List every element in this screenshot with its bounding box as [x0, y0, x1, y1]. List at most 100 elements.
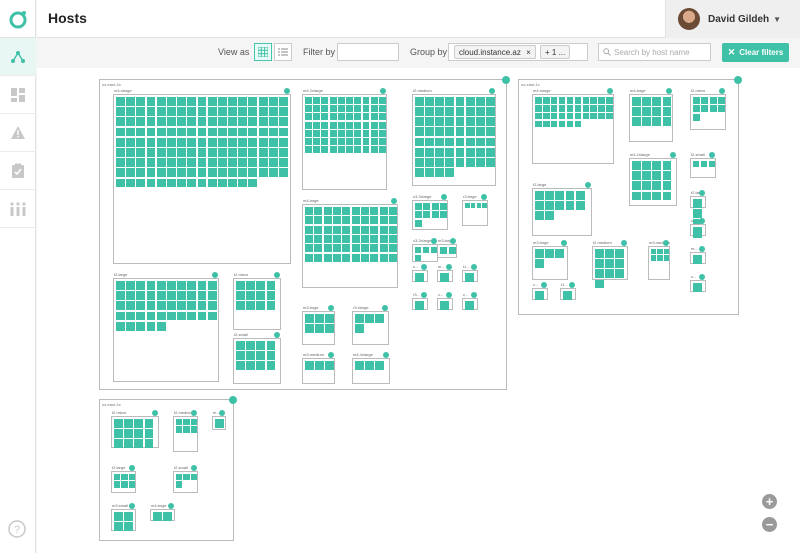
host-cluster[interactable]: r3.large: [462, 194, 488, 226]
host-cell[interactable]: [388, 225, 397, 234]
host-cluster[interactable]: c...: [690, 274, 706, 292]
host-cell[interactable]: [136, 117, 146, 127]
host-group[interactable]: us-east-1e t2.micro t2.medium m... t2.large t…: [99, 396, 237, 541]
host-cell[interactable]: [709, 97, 717, 105]
host-cell[interactable]: [177, 291, 187, 301]
host-cell[interactable]: [126, 168, 136, 178]
host-cell[interactable]: [337, 146, 345, 154]
host-cluster[interactable]: m3.large: [532, 240, 568, 280]
host-cell[interactable]: [342, 234, 351, 243]
host-cell[interactable]: [425, 107, 435, 117]
host-cell[interactable]: [566, 112, 574, 120]
host-cell[interactable]: [114, 512, 123, 521]
host-cell[interactable]: [126, 137, 136, 147]
host-cell[interactable]: [332, 244, 341, 253]
host-cell[interactable]: [425, 97, 435, 106]
host-cell[interactable]: [256, 291, 266, 301]
host-cluster[interactable]: m3.medium: [302, 352, 335, 384]
host-cell[interactable]: [365, 361, 375, 370]
host-cell[interactable]: [375, 314, 385, 323]
host-cell[interactable]: [329, 146, 337, 154]
host-cell[interactable]: [187, 127, 197, 137]
host-cell[interactable]: [370, 207, 379, 216]
host-cell[interactable]: [558, 104, 566, 112]
host-cell[interactable]: [465, 147, 475, 157]
host-cell[interactable]: [346, 138, 354, 146]
host-cell[interactable]: [388, 234, 397, 243]
host-cell[interactable]: [535, 191, 544, 200]
host-cell[interactable]: [415, 211, 423, 219]
host-cell[interactable]: [134, 419, 144, 428]
host-cell[interactable]: [114, 522, 123, 532]
host-cell[interactable]: [642, 191, 652, 201]
host-cell[interactable]: [217, 107, 227, 117]
host-cell[interactable]: [642, 171, 652, 181]
host-cell[interactable]: [535, 211, 544, 221]
host-cell[interactable]: [323, 207, 332, 216]
close-icon[interactable]: ×: [526, 48, 531, 57]
expand-icon[interactable]: [699, 274, 705, 280]
host-cluster[interactable]: t2.medium: [173, 410, 198, 452]
host-cell[interactable]: [337, 97, 345, 104]
host-cell[interactable]: [166, 281, 176, 290]
host-cell[interactable]: [238, 107, 248, 117]
host-cell[interactable]: [228, 127, 237, 137]
host-cell[interactable]: [187, 147, 197, 157]
host-cell[interactable]: [228, 107, 237, 117]
host-cell[interactable]: [346, 129, 354, 137]
host-cell[interactable]: [236, 281, 245, 290]
host-cell[interactable]: [651, 255, 657, 261]
host-cell[interactable]: [207, 137, 217, 147]
host-cell[interactable]: [435, 147, 445, 157]
host-cell[interactable]: [662, 97, 672, 106]
host-cell[interactable]: [279, 117, 288, 127]
host-cell[interactable]: [156, 178, 166, 188]
host-cell[interactable]: [542, 104, 550, 112]
host-cell[interactable]: [425, 157, 435, 167]
host-cell[interactable]: [279, 147, 288, 157]
host-cell[interactable]: [116, 168, 125, 178]
host-cell[interactable]: [197, 281, 207, 290]
expand-icon[interactable]: [666, 88, 672, 94]
host-cell[interactable]: [177, 178, 187, 188]
host-cell[interactable]: [378, 146, 386, 154]
host-cell[interactable]: [325, 324, 334, 333]
clear-filters-button[interactable]: ✕ Clear filters: [722, 43, 789, 62]
host-cell[interactable]: [430, 247, 437, 254]
host-cell[interactable]: [238, 137, 248, 147]
expand-icon[interactable]: [328, 305, 334, 311]
host-cell[interactable]: [248, 168, 258, 178]
host-cell[interactable]: [362, 97, 370, 104]
host-cell[interactable]: [379, 253, 388, 262]
host-cell[interactable]: [693, 105, 701, 113]
host-cell[interactable]: [116, 301, 125, 311]
host-cell[interactable]: [116, 107, 125, 117]
expand-icon[interactable]: [446, 292, 452, 298]
host-cell[interactable]: [177, 158, 187, 168]
host-cell[interactable]: [486, 137, 495, 147]
host-cell[interactable]: [197, 168, 207, 178]
host-cluster[interactable]: m4.2xlarge: [302, 88, 387, 190]
host-cell[interactable]: [598, 97, 605, 104]
host-cell[interactable]: [166, 117, 176, 127]
host-cell[interactable]: [116, 321, 125, 331]
host-cell[interactable]: [360, 216, 369, 225]
host-cell[interactable]: [595, 249, 604, 258]
host-cell[interactable]: [156, 158, 166, 168]
host-cell[interactable]: [314, 216, 323, 225]
host-cell[interactable]: [116, 291, 125, 301]
host-cell[interactable]: [177, 127, 187, 137]
host-cluster[interactable]: m...: [212, 410, 226, 430]
host-cell[interactable]: [555, 191, 565, 200]
host-cell[interactable]: [342, 225, 351, 234]
host-cell[interactable]: [146, 97, 156, 106]
host-cell[interactable]: [378, 105, 386, 113]
host-cell[interactable]: [313, 138, 321, 146]
host-cell[interactable]: [248, 158, 258, 168]
host-cluster[interactable]: c3.2xlarge: [412, 238, 438, 262]
host-cell[interactable]: [598, 104, 605, 112]
host-cell[interactable]: [187, 311, 197, 321]
host-cell[interactable]: [146, 301, 156, 311]
expand-icon[interactable]: [621, 240, 627, 246]
host-cell[interactable]: [197, 291, 207, 301]
